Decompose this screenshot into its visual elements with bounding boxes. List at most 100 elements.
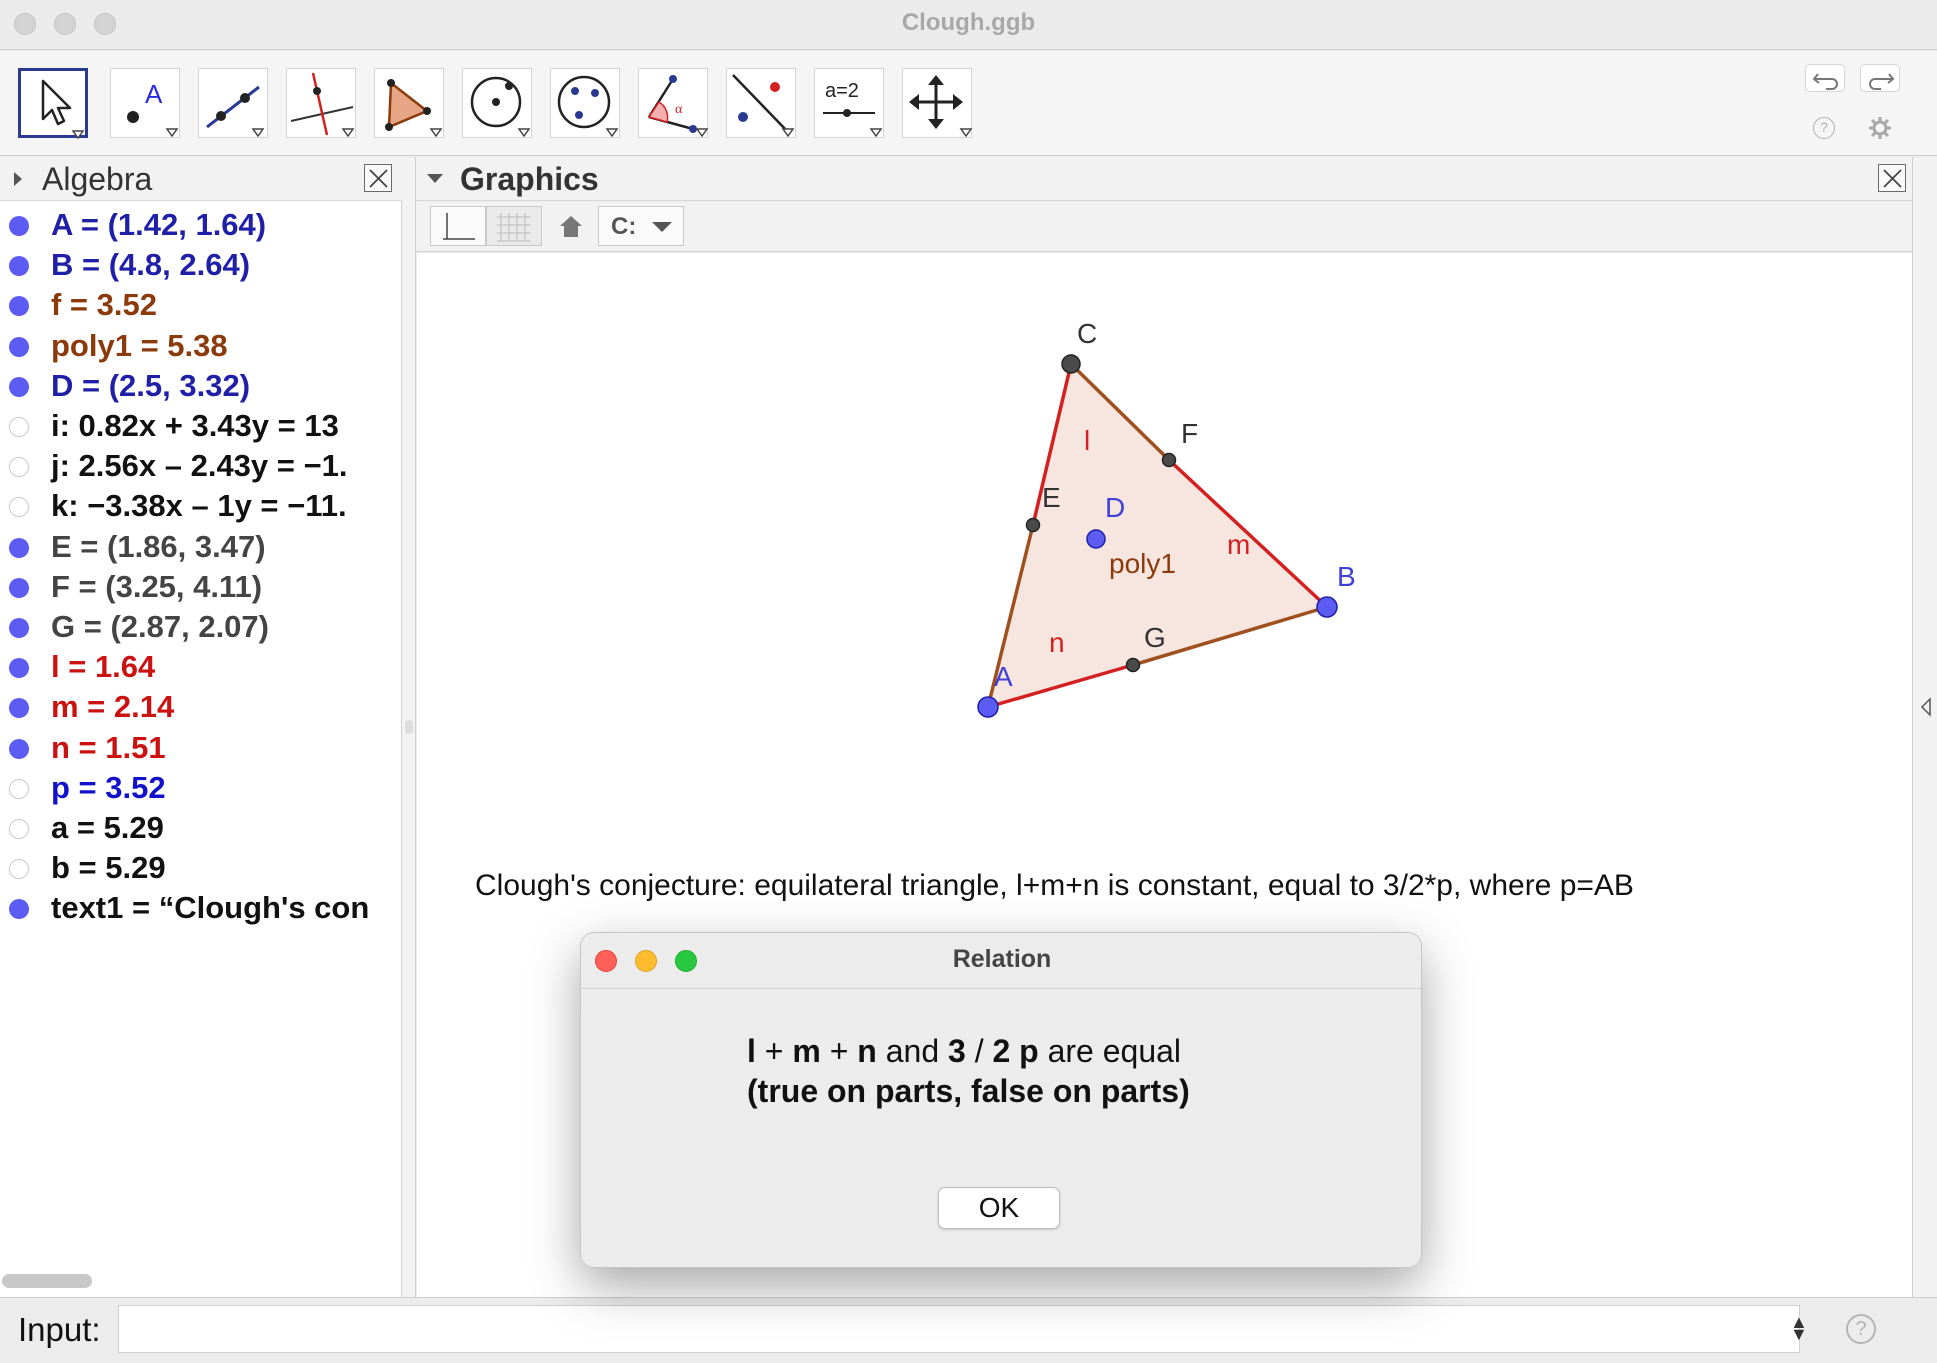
algebra-row-text[interactable]: p = 3.52 xyxy=(51,770,166,806)
algebra-header: Algebra xyxy=(0,157,402,201)
visibility-toggle-icon[interactable] xyxy=(9,618,29,638)
algebra-row-text[interactable]: E = (1.86, 3.47) xyxy=(51,529,266,565)
algebra-row-text[interactable]: A = (1.42, 1.64) xyxy=(51,207,266,243)
label-a: A xyxy=(994,661,1013,692)
angle-tool-button[interactable]: α xyxy=(638,68,709,138)
circle-tool-button[interactable] xyxy=(462,68,532,138)
algebra-row-text[interactable]: D = (2.5, 3.32) xyxy=(51,368,250,404)
line-tool-button[interactable] xyxy=(198,68,268,138)
point-d[interactable] xyxy=(1086,529,1106,549)
point-c[interactable] xyxy=(1061,354,1081,374)
polygon-poly1[interactable] xyxy=(988,364,1327,707)
visibility-toggle-icon[interactable] xyxy=(9,376,29,397)
move-graphics-view-tool-button[interactable] xyxy=(902,68,973,138)
grid-toggle-button[interactable] xyxy=(486,206,542,246)
undo-button[interactable] xyxy=(1805,64,1845,92)
algebra-row-text[interactable]: poly1 = 5.38 xyxy=(51,328,228,364)
perpendicular-tool-button[interactable] xyxy=(286,68,356,138)
algebra-row[interactable]: i: 0.82x + 3.43y = 13 xyxy=(0,406,400,446)
algebra-row[interactable]: f = 3.52 xyxy=(0,285,400,325)
algebra-row[interactable]: poly1 = 5.38 xyxy=(0,326,400,366)
point-e[interactable] xyxy=(1025,517,1041,533)
point-b[interactable] xyxy=(1316,596,1338,618)
visibility-toggle-icon[interactable] xyxy=(9,819,29,839)
algebra-row[interactable]: E = (1.86, 3.47) xyxy=(0,527,400,567)
visibility-toggle-icon[interactable] xyxy=(9,537,29,558)
reflect-tool-button[interactable] xyxy=(726,68,796,138)
expand-arrow-icon[interactable] xyxy=(12,170,24,188)
algebra-row[interactable]: A = (1.42, 1.64) xyxy=(0,205,400,245)
close-algebra-button[interactable] xyxy=(364,164,392,192)
algebra-row[interactable]: D = (2.5, 3.32) xyxy=(0,366,400,406)
algebra-row[interactable]: m = 2.14 xyxy=(0,687,400,727)
msg-p: p xyxy=(1019,1033,1039,1069)
panel-splitter[interactable] xyxy=(402,157,416,1297)
help-icon[interactable]: ? xyxy=(1846,1314,1876,1344)
visibility-toggle-icon[interactable] xyxy=(9,216,29,236)
polygon-tool-button[interactable] xyxy=(374,68,444,138)
input-history-stepper-icon[interactable]: ▲ ▼ xyxy=(1790,1313,1808,1343)
algebra-row[interactable]: a = 5.29 xyxy=(0,808,400,848)
algebra-row-text[interactable]: l = 1.64 xyxy=(51,649,155,685)
point-a[interactable] xyxy=(977,696,999,718)
point-g[interactable] xyxy=(1125,657,1141,673)
algebra-row-text[interactable]: n = 1.51 xyxy=(51,730,166,766)
circle-three-points-tool-icon xyxy=(557,75,619,138)
algebra-row[interactable]: l = 1.64 xyxy=(0,647,400,687)
algebra-row-text[interactable]: k: −3.38x – 1y = −11. xyxy=(51,488,347,524)
algebra-row[interactable]: G = (2.87, 2.07) xyxy=(0,607,400,647)
close-graphics-button[interactable] xyxy=(1878,164,1906,192)
algebra-row[interactable]: F = (3.25, 4.11) xyxy=(0,567,400,607)
algebra-scrollbar[interactable] xyxy=(2,1274,92,1288)
algebra-row-text[interactable]: B = (4.8, 2.64) xyxy=(51,247,250,283)
conjecture-text[interactable]: Clough's conjecture: equilateral triangl… xyxy=(475,869,1634,902)
visibility-toggle-icon[interactable] xyxy=(9,698,29,719)
home-icon[interactable] xyxy=(556,212,586,242)
algebra-row-text[interactable]: i: 0.82x + 3.43y = 13 xyxy=(51,408,339,444)
chevron-left-icon[interactable] xyxy=(1920,697,1932,717)
algebra-row[interactable]: j: 2.56x – 2.43y = −1. xyxy=(0,446,400,486)
ok-button[interactable]: OK xyxy=(938,1187,1060,1229)
label-poly1: poly1 xyxy=(1109,548,1176,579)
visibility-toggle-icon[interactable] xyxy=(9,497,29,518)
algebra-row[interactable]: text1 = “Clough's con xyxy=(0,888,400,928)
visibility-toggle-icon[interactable] xyxy=(9,296,29,317)
visibility-toggle-icon[interactable] xyxy=(9,859,29,880)
visibility-toggle-icon[interactable] xyxy=(9,738,29,759)
circle-three-points-tool-button[interactable] xyxy=(550,68,620,138)
redo-button[interactable] xyxy=(1860,64,1900,92)
visibility-toggle-icon[interactable] xyxy=(9,457,29,478)
label-m: m xyxy=(1227,529,1250,560)
algebra-row[interactable]: k: −3.38x – 1y = −11. xyxy=(0,486,400,526)
label-l: l xyxy=(1084,425,1090,456)
slider-tool-button[interactable]: a=2 xyxy=(814,68,884,138)
visibility-toggle-icon[interactable] xyxy=(9,778,29,799)
algebra-row-text[interactable]: text1 = “Clough's con xyxy=(51,890,369,926)
visibility-toggle-icon[interactable] xyxy=(9,899,29,920)
algebra-row[interactable]: B = (4.8, 2.64) xyxy=(0,245,400,285)
algebra-row-text[interactable]: m = 2.14 xyxy=(51,689,174,725)
input-field[interactable] xyxy=(118,1305,1800,1353)
algebra-row[interactable]: p = 3.52 xyxy=(0,768,400,808)
visibility-toggle-icon[interactable] xyxy=(9,256,29,277)
gear-icon[interactable] xyxy=(1868,116,1892,140)
point-capture-dropdown[interactable]: C: xyxy=(598,206,684,246)
visibility-toggle-icon[interactable] xyxy=(9,658,29,679)
algebra-row-text[interactable]: b = 5.29 xyxy=(51,850,166,886)
move-tool-button[interactable] xyxy=(18,68,88,140)
help-icon[interactable]: ? xyxy=(1813,117,1835,139)
visibility-toggle-icon[interactable] xyxy=(9,577,29,598)
point-tool-button[interactable]: A xyxy=(110,68,180,138)
algebra-row-text[interactable]: a = 5.29 xyxy=(51,810,164,846)
axes-toggle-button[interactable] xyxy=(430,206,486,246)
algebra-row-text[interactable]: j: 2.56x – 2.43y = −1. xyxy=(51,448,347,484)
algebra-row[interactable]: b = 5.29 xyxy=(0,848,400,888)
algebra-row-text[interactable]: G = (2.87, 2.07) xyxy=(51,609,269,645)
algebra-row-text[interactable]: f = 3.52 xyxy=(51,287,157,323)
visibility-toggle-icon[interactable] xyxy=(9,336,29,357)
collapse-arrow-icon[interactable] xyxy=(426,173,444,185)
point-f[interactable] xyxy=(1161,452,1177,468)
visibility-toggle-icon[interactable] xyxy=(9,417,29,437)
algebra-row[interactable]: n = 1.51 xyxy=(0,728,400,768)
algebra-row-text[interactable]: F = (3.25, 4.11) xyxy=(51,569,262,605)
